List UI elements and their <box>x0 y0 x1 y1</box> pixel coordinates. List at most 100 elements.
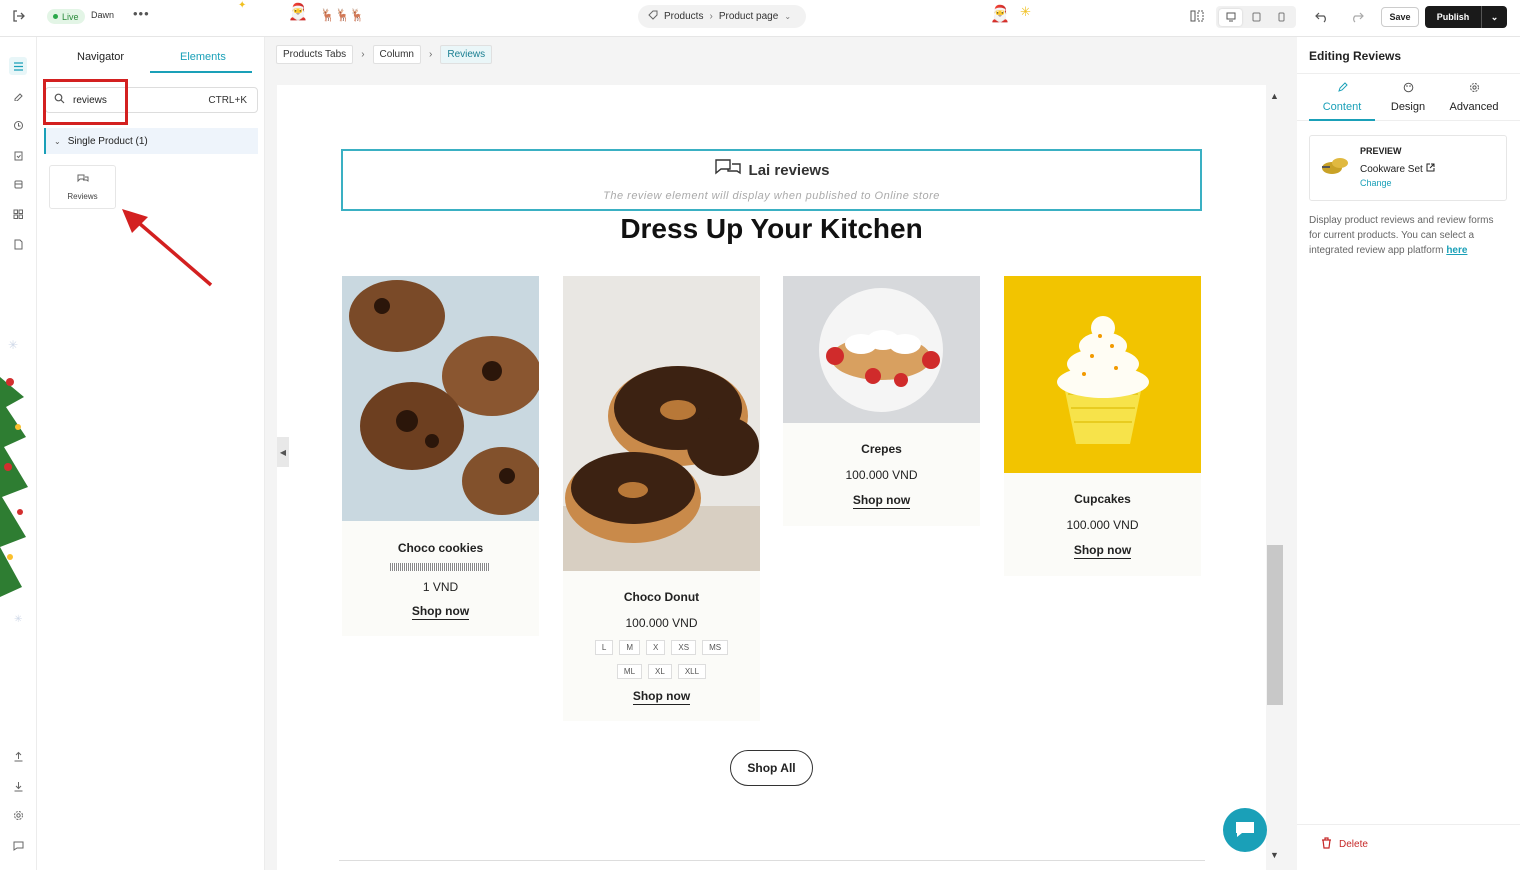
apps-icon[interactable] <box>9 205 27 223</box>
group-label: Single Product (1) <box>67 135 148 147</box>
pencil-icon <box>1337 82 1348 96</box>
size-option[interactable]: X <box>646 640 666 655</box>
more-options-icon[interactable]: ••• <box>133 6 150 21</box>
product-name[interactable]: Choco cookies <box>342 541 539 555</box>
product-card[interactable]: Cupcakes 100.000 VND Shop now <box>1004 276 1201 576</box>
shop-now-link[interactable]: Shop now <box>783 493 980 509</box>
product-card[interactable]: Choco cookies 1 VND Shop now <box>342 276 539 636</box>
editor-canvas: Products Tabs › Column › Reviews Lai rev… <box>265 37 1297 870</box>
product-image-cookies[interactable] <box>342 276 539 521</box>
description-link[interactable]: here <box>1446 245 1467 256</box>
element-group-single-product[interactable]: ⌄ Single Product (1) <box>44 128 258 154</box>
product-image-cupcakes[interactable] <box>1004 276 1201 473</box>
save-button[interactable]: Save <box>1381 7 1419 27</box>
preview-product-name[interactable]: Cookware Set <box>1360 163 1435 175</box>
breadcrumb: Products Tabs › Column › Reviews <box>276 45 493 64</box>
breadcrumb-reviews[interactable]: Reviews <box>440 45 493 64</box>
size-option[interactable]: XS <box>671 640 697 655</box>
product-image-crepes[interactable] <box>783 276 980 423</box>
snowflake-decoration-icon: ✳ <box>1020 4 1031 19</box>
theme-name[interactable]: Dawn <box>91 10 114 20</box>
chat-bubble-icon <box>1234 820 1256 841</box>
chat-bubble-icon[interactable] <box>9 836 27 854</box>
shop-now-link[interactable]: Shop now <box>1004 543 1201 559</box>
delete-button[interactable]: Delete <box>1321 837 1368 852</box>
tab-content-label: Content <box>1322 101 1362 113</box>
history-icon[interactable] <box>9 116 27 134</box>
size-option[interactable]: MS <box>702 640 729 655</box>
elements-panel: Navigator Elements reviews CTRL+K ⌄ Sing… <box>37 37 265 870</box>
layers-icon[interactable] <box>9 57 27 75</box>
scroll-down-icon[interactable]: ▼ <box>1270 850 1279 860</box>
size-option[interactable]: L <box>594 640 614 655</box>
preview-product-name-text: Cookware Set <box>1360 164 1423 175</box>
product-name[interactable]: Crepes <box>783 442 980 456</box>
breadcrumb-column[interactable]: Column <box>372 45 421 64</box>
scrollbar-thumb[interactable] <box>1267 545 1283 705</box>
mobile-icon[interactable] <box>1270 9 1293 26</box>
product-thumbnail <box>1320 154 1350 181</box>
breadcrumb-products-tabs[interactable]: Products Tabs <box>276 45 354 64</box>
product-image-donut[interactable] <box>563 276 760 571</box>
reindeer-decoration-icon: 🦌🦌🦌 <box>320 8 365 22</box>
christmas-tree-decoration-icon: ✳ ✳ <box>0 338 28 625</box>
size-options-row-1: L M X XS MS <box>563 640 760 655</box>
database-icon[interactable] <box>9 175 27 193</box>
undo-icon[interactable] <box>1315 9 1329 26</box>
chevron-right-icon: › <box>361 49 365 60</box>
tab-elements[interactable]: Elements <box>180 51 226 63</box>
trash-icon <box>1321 837 1332 852</box>
shop-now-label: Shop now <box>852 493 911 509</box>
page-selector-collection: Products <box>664 11 704 22</box>
desktop-icon[interactable] <box>1219 8 1242 26</box>
tab-advanced[interactable]: Advanced <box>1441 82 1507 113</box>
size-option[interactable]: XL <box>648 664 672 679</box>
clipboard-icon[interactable] <box>9 146 27 164</box>
tab-navigator[interactable]: Navigator <box>77 51 124 63</box>
element-description: Display product reviews and review forms… <box>1309 213 1507 258</box>
santa-decoration-icon: 🎅 <box>288 4 308 21</box>
shop-all-button[interactable]: Shop All <box>730 750 813 786</box>
collapse-panel-chevron-left-icon[interactable]: ◀ <box>277 437 289 467</box>
layout-toggle-icon[interactable] <box>1190 9 1204 26</box>
chevron-right-icon: › <box>429 49 433 60</box>
reviews-element-card[interactable]: Reviews <box>49 165 116 209</box>
scroll-up-icon[interactable]: ▲ <box>1270 91 1279 101</box>
page-selector[interactable]: Products › Product page ⌄ <box>638 5 806 28</box>
annotation-arrow-icon <box>122 209 213 287</box>
size-option[interactable]: M <box>619 640 641 655</box>
product-name[interactable]: Cupcakes <box>1004 492 1201 506</box>
external-link-icon[interactable] <box>1426 163 1435 175</box>
size-option[interactable]: XLL <box>677 664 707 679</box>
chevron-down-icon[interactable]: ⌄ <box>1481 6 1507 28</box>
panel-title: Editing Reviews <box>1309 49 1402 63</box>
product-name[interactable]: Choco Donut <box>563 590 760 604</box>
reviews-element-block[interactable]: Lai reviews The review element will disp… <box>341 149 1202 211</box>
shop-now-link[interactable]: Shop now <box>342 604 539 620</box>
size-option[interactable]: ML <box>616 664 643 679</box>
section-heading: Dress Up Your Kitchen <box>620 213 923 244</box>
tablet-icon[interactable] <box>1245 9 1268 26</box>
page-file-icon[interactable] <box>9 235 27 253</box>
settings-gear-icon[interactable] <box>9 806 27 824</box>
size-options-row-2: ML XL XLL <box>563 664 760 679</box>
shop-now-label: Shop now <box>411 604 470 620</box>
upload-icon[interactable] <box>9 747 27 765</box>
chevron-down-icon: ⌄ <box>54 136 61 146</box>
review-bubbles-icon <box>77 174 89 186</box>
chevron-right-icon: › <box>709 11 713 22</box>
redo-icon[interactable] <box>1350 9 1364 26</box>
product-card[interactable]: Choco Donut 100.000 VND L M X XS MS ML X… <box>563 276 760 721</box>
shop-now-link[interactable]: Shop now <box>563 689 760 705</box>
canvas-scrollbar[interactable]: ▲ ▼ <box>1266 85 1284 870</box>
publish-button[interactable]: Publish ⌄ <box>1425 6 1507 28</box>
product-card[interactable]: Crepes 100.000 VND Shop now <box>783 276 980 526</box>
change-product-link[interactable]: Change <box>1360 178 1392 188</box>
tab-content[interactable]: Content <box>1309 82 1375 113</box>
panel-footer: Delete <box>1297 824 1520 870</box>
live-chat-button[interactable] <box>1223 808 1267 852</box>
tab-design[interactable]: Design <box>1375 82 1441 113</box>
exit-icon[interactable] <box>12 9 26 26</box>
brush-icon[interactable] <box>9 86 27 104</box>
download-icon[interactable] <box>9 777 27 795</box>
